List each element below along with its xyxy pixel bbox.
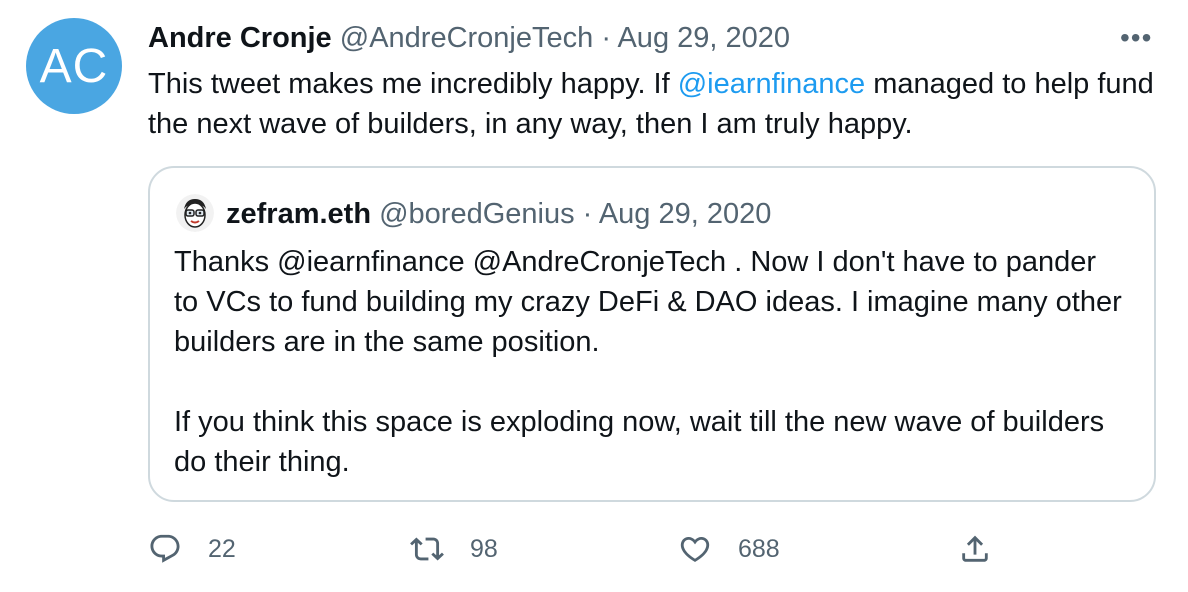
- header-separator: ·: [601, 22, 611, 54]
- share-icon: [958, 532, 992, 566]
- reply-count: 22: [208, 534, 236, 563]
- tweet-actions: 22 98 688: [148, 532, 1048, 572]
- author-avatar[interactable]: AC: [26, 18, 122, 114]
- quoted-tweet[interactable]: zefram.eth @boredGenius · Aug 29, 2020 T…: [148, 166, 1156, 502]
- heart-icon: [678, 532, 712, 566]
- retweet-button[interactable]: 98: [410, 532, 498, 566]
- tweet-text: This tweet makes me incredibly happy. If…: [148, 64, 1158, 144]
- more-options-icon[interactable]: •••: [1120, 22, 1152, 54]
- quoted-author-name[interactable]: zefram.eth: [226, 198, 371, 230]
- tweet-header: Andre Cronje @AndreCronjeTech · Aug 29, …: [148, 22, 790, 55]
- tweet-date[interactable]: Aug 29, 2020: [617, 22, 790, 54]
- quoted-header-separator: ·: [582, 198, 593, 230]
- quoted-tweet-date[interactable]: Aug 29, 2020: [599, 198, 772, 230]
- quoted-paragraph: If you think this space is exploding now…: [174, 406, 1105, 478]
- quoted-author-avatar[interactable]: [176, 194, 214, 232]
- quoted-author-handle[interactable]: @boredGenius: [379, 198, 575, 230]
- retweet-icon: [410, 532, 444, 566]
- like-count: 688: [738, 534, 780, 563]
- author-name[interactable]: Andre Cronje: [148, 22, 332, 54]
- quoted-tweet-text: Thanks @iearnfinance @AndreCronjeTech . …: [174, 242, 1124, 482]
- quoted-paragraph: Thanks @iearnfinance @AndreCronjeTech . …: [174, 246, 1122, 358]
- reply-icon: [148, 532, 182, 566]
- tweet-text-start: This tweet makes me incredibly happy. If: [148, 68, 678, 100]
- quoted-tweet-header: zefram.eth @boredGenius · Aug 29, 2020: [226, 198, 771, 231]
- reply-button[interactable]: 22: [148, 532, 236, 566]
- like-button[interactable]: 688: [678, 532, 780, 566]
- mention-link[interactable]: @iearnfinance: [678, 68, 865, 100]
- share-button[interactable]: [958, 532, 992, 566]
- author-handle[interactable]: @AndreCronjeTech: [340, 22, 594, 54]
- retweet-count: 98: [470, 534, 498, 563]
